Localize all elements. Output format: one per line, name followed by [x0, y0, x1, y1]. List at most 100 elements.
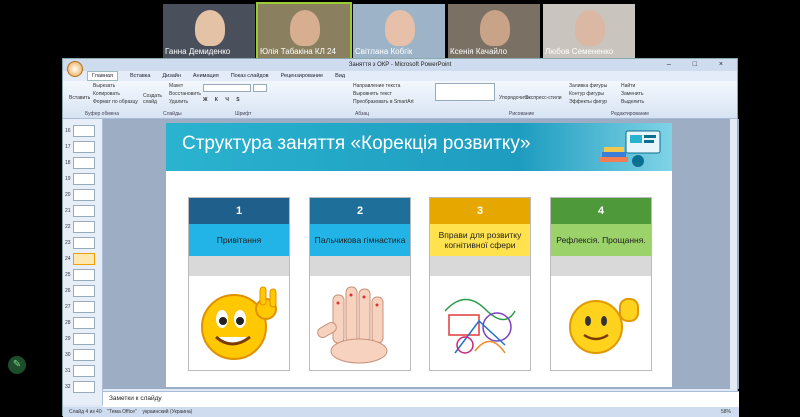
- step-number: 2: [310, 198, 410, 224]
- window-title: Заняття з ОКР - Microsoft PowerPoint: [348, 62, 452, 68]
- step-card-1[interactable]: 1 Привітання: [188, 197, 290, 371]
- participant-tile[interactable]: Ганна Демиденко: [163, 4, 255, 58]
- participant-name: Ксенія Качайло: [450, 47, 508, 56]
- tab-design[interactable]: Дизайн: [162, 73, 181, 79]
- slide-thumbnail[interactable]: 30: [65, 349, 95, 361]
- slide-thumbnail[interactable]: 27: [65, 301, 95, 313]
- cut-button[interactable]: Вырезать: [93, 83, 115, 89]
- card-divider: [430, 256, 530, 276]
- slide-thumbnail[interactable]: 26: [65, 285, 95, 297]
- slide-thumbnail[interactable]: 16: [65, 125, 95, 137]
- select-button[interactable]: Выделить: [621, 99, 644, 105]
- step-card-4[interactable]: 4 Рефлексія. Прощання.: [550, 197, 652, 371]
- slide-thumbnail[interactable]: 22: [65, 221, 95, 233]
- slide[interactable]: Структура заняття «Корекція розвитку» 1 …: [166, 123, 672, 387]
- replace-button[interactable]: Заменить: [621, 91, 643, 97]
- step-card-3[interactable]: 3 Вправи для розвитку когнітивної сфери: [429, 197, 531, 371]
- tab-home[interactable]: Главная: [87, 71, 118, 81]
- tab-animation[interactable]: Анимация: [193, 73, 219, 79]
- step-label: Привітання: [189, 224, 289, 256]
- participant-name: Світлана Кобгік: [355, 47, 413, 56]
- overlapping-drawings-icon: [444, 298, 516, 354]
- quick-styles-button[interactable]: Экспресс-стили: [525, 95, 562, 101]
- card-divider: [310, 256, 410, 276]
- paragraph-group-label: Абзац: [355, 111, 370, 117]
- slide-thumbnail[interactable]: 18: [65, 157, 95, 169]
- emoji-ok-hand-icon: [201, 286, 277, 360]
- tab-review[interactable]: Рецензирование: [281, 73, 323, 79]
- slide-thumbnail[interactable]: 17: [65, 141, 95, 153]
- step-card-2[interactable]: 2 Пальчикова гімнастика: [309, 197, 411, 371]
- slide-thumbnail[interactable]: 31: [65, 365, 95, 377]
- step-label: Вправи для розвитку когнітивної сфери: [430, 224, 530, 256]
- participant-tile[interactable]: Любов Семененко: [543, 4, 635, 58]
- smartart-button[interactable]: Преобразовать в SmartArt: [353, 99, 414, 105]
- font-size-box[interactable]: [253, 84, 267, 92]
- participant-name: Ганна Демиденко: [165, 47, 231, 56]
- slide-thumbnail[interactable]: 25: [65, 269, 95, 281]
- notes-placeholder: Заметки к слайду: [109, 395, 162, 402]
- tab-view[interactable]: Вид: [335, 73, 345, 79]
- slide-thumbnail[interactable]: 28: [65, 317, 95, 329]
- slides-group-label: Слайды: [163, 111, 182, 117]
- shapes-gallery[interactable]: [435, 83, 495, 101]
- text-direction-button[interactable]: Направление текста: [353, 83, 400, 89]
- slide-thumbnail[interactable]: 29: [65, 333, 95, 345]
- card-picture: [551, 276, 651, 370]
- window-controls[interactable]: – □ ×: [667, 59, 733, 71]
- step-number: 1: [189, 198, 289, 224]
- finger-faces-icon: [317, 286, 388, 364]
- step-number: 3: [430, 198, 530, 224]
- clipboard-group-label: Буфер обмена: [85, 111, 119, 117]
- participant-tile-active-speaker[interactable]: Юлія Табакіна КЛ 24: [256, 2, 352, 60]
- slide-thumbnail-current[interactable]: 24: [65, 253, 95, 265]
- format-painter-button[interactable]: Формат по образцу: [93, 99, 138, 105]
- delete-slide-button[interactable]: Удалить: [169, 99, 188, 105]
- annotate-pen-icon[interactable]: ✎: [8, 356, 26, 374]
- layout-button[interactable]: Макет: [169, 83, 183, 89]
- notes-pane[interactable]: Заметки к слайду: [103, 391, 739, 407]
- participant-face: [195, 10, 225, 46]
- slide-thumbnail[interactable]: 20: [65, 189, 95, 201]
- status-zoom[interactable]: 58%: [721, 409, 731, 415]
- participant-face: [575, 10, 605, 46]
- slide-thumbnail[interactable]: 32: [65, 381, 95, 393]
- shape-effects-button[interactable]: Эффекты фигур: [569, 99, 607, 105]
- align-text-button[interactable]: Выровнять текст: [353, 91, 392, 97]
- reset-button[interactable]: Восстановить: [169, 91, 201, 97]
- window-titlebar: Заняття з ОКР - Microsoft PowerPoint – □…: [63, 59, 737, 71]
- participant-name: Юлія Табакіна КЛ 24: [260, 47, 336, 56]
- participant-face: [385, 10, 415, 46]
- office-button[interactable]: [67, 61, 83, 77]
- participant-tile[interactable]: Ксенія Качайло: [448, 4, 540, 58]
- slide-thumbnail-panel[interactable]: 16 17 18 19 20 21 22 23 24 25 26 27 28 2…: [63, 119, 103, 405]
- copy-button[interactable]: Копировать: [93, 91, 120, 97]
- tab-slideshow[interactable]: Показ слайдов: [231, 73, 269, 79]
- education-illustration-icon: [600, 130, 661, 167]
- slide-editing-area[interactable]: Структура заняття «Корекція розвитку» 1 …: [103, 119, 739, 389]
- step-label: Пальчикова гімнастика: [310, 224, 410, 256]
- card-picture: [430, 276, 530, 370]
- shape-fill-button[interactable]: Заливка фигуры: [569, 83, 607, 89]
- participant-tile[interactable]: Світлана Кобгік: [353, 4, 445, 58]
- font-name-box[interactable]: [203, 84, 251, 92]
- step-number: 4: [551, 198, 651, 224]
- paste-button[interactable]: Вставить: [69, 95, 90, 101]
- drawing-group-label: Рисование: [509, 111, 535, 117]
- shape-outline-button[interactable]: Контур фигуры: [569, 91, 604, 97]
- slide-thumbnail[interactable]: 19: [65, 173, 95, 185]
- vertical-scrollbar[interactable]: [729, 119, 737, 389]
- slide-title[interactable]: Структура заняття «Корекція розвитку»: [182, 133, 531, 155]
- slide-thumbnail[interactable]: 21: [65, 205, 95, 217]
- participant-video-strip: Ганна Демиденко Юлія Табакіна КЛ 24 Світ…: [0, 0, 800, 60]
- card-divider: [551, 256, 651, 276]
- font-format-buttons[interactable]: Ж К Ч S: [203, 97, 243, 103]
- find-button[interactable]: Найти: [621, 83, 635, 89]
- new-slide-button[interactable]: Создать слайд: [143, 93, 165, 105]
- participant-face: [290, 10, 320, 46]
- emoji-wave-icon: [569, 298, 639, 354]
- status-language: украинский (Украина): [142, 409, 193, 415]
- tab-insert[interactable]: Вставка: [130, 73, 150, 79]
- slide-thumbnail[interactable]: 23: [65, 237, 95, 249]
- ribbon-tabs: Главная Вставка Дизайн Анимация Показ сл…: [63, 71, 737, 81]
